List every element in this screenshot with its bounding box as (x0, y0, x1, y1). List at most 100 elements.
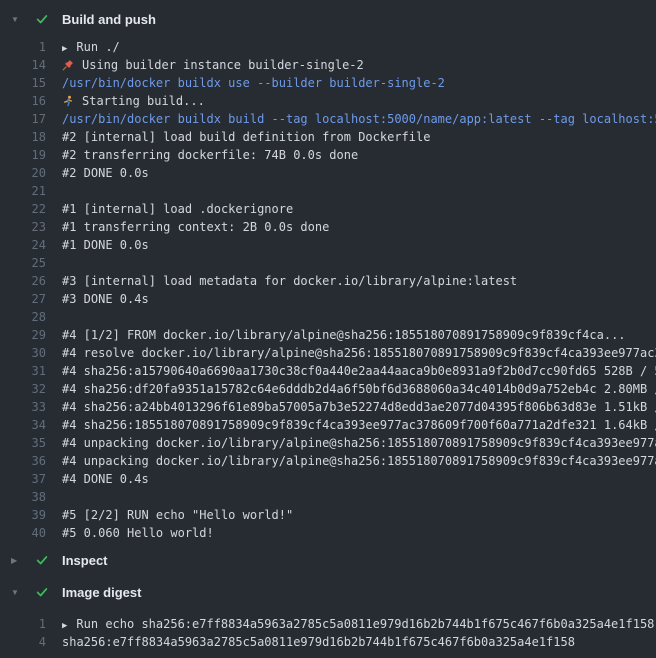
log-line-text (46, 488, 62, 506)
line-number[interactable]: 30 (0, 344, 46, 362)
line-number[interactable]: 38 (0, 488, 46, 506)
log-line: 17/usr/bin/docker buildx build --tag loc… (0, 110, 656, 128)
log-line-text: #4 unpacking docker.io/library/alpine@sh… (46, 434, 656, 452)
log-line-text: #4 resolve docker.io/library/alpine@sha2… (46, 344, 656, 362)
log-line-text (46, 254, 62, 272)
line-number[interactable]: 21 (0, 182, 46, 200)
log-line: 32#4 sha256:df20fa9351a15782c64e6dddb2d4… (0, 380, 656, 398)
line-number[interactable]: 25 (0, 254, 46, 272)
log-line-text: #1 transferring context: 2B 0.0s done (46, 218, 329, 236)
log-line: 26#3 [internal] load metadata for docker… (0, 272, 656, 290)
log-line: 37#4 DONE 0.4s (0, 470, 656, 488)
log-line: 1▶Run ./ (0, 38, 656, 56)
log-line-text: #4 sha256:185518070891758909c9f839cf4ca3… (46, 416, 656, 434)
line-number[interactable]: 17 (0, 110, 46, 128)
line-number[interactable]: 28 (0, 308, 46, 326)
log-line: 20#2 DONE 0.0s (0, 164, 656, 182)
log-line: 15/usr/bin/docker buildx use --builder b… (0, 74, 656, 92)
success-check-icon (34, 584, 50, 600)
log-line: 14Using builder instance builder-single-… (0, 56, 656, 74)
section-header-build-and-push[interactable]: ▼ Build and push (0, 8, 656, 30)
log-line: 30#4 resolve docker.io/library/alpine@sh… (0, 344, 656, 362)
line-number[interactable]: 18 (0, 128, 46, 146)
line-number[interactable]: 19 (0, 146, 46, 164)
log-line: 27#3 DONE 0.4s (0, 290, 656, 308)
log-line: 38 (0, 488, 656, 506)
log-group-build-and-push: ▼ Build and push 1▶Run ./14Using builder… (0, 8, 656, 542)
line-number[interactable]: 29 (0, 326, 46, 344)
log-line: 35#4 unpacking docker.io/library/alpine@… (0, 434, 656, 452)
log-line-text: #5 [2/2] RUN echo "Hello world!" (46, 506, 293, 524)
log-line-text: ▶Run ./ (46, 38, 120, 56)
log-line: 25 (0, 254, 656, 272)
line-number[interactable]: 23 (0, 218, 46, 236)
line-number[interactable]: 40 (0, 524, 46, 542)
line-number[interactable]: 35 (0, 434, 46, 452)
line-number[interactable]: 31 (0, 362, 46, 380)
line-number[interactable]: 14 (0, 56, 46, 74)
log-group-inspect: ▶ Inspect (0, 549, 656, 581)
line-number[interactable]: 37 (0, 470, 46, 488)
chevron-right-icon[interactable]: ▶ (8, 556, 27, 565)
line-number[interactable]: 20 (0, 164, 46, 182)
line-number[interactable]: 26 (0, 272, 46, 290)
line-number[interactable]: 1 (0, 38, 46, 56)
log-line: 21 (0, 182, 656, 200)
chevron-down-icon[interactable]: ▼ (8, 588, 27, 597)
log-line: 4sha256:e7ff8834a5963a2785c5a0811e979d16… (0, 633, 656, 651)
line-number[interactable]: 33 (0, 398, 46, 416)
chevron-down-icon[interactable]: ▼ (8, 15, 27, 24)
log-line: 33#4 sha256:a24bb4013296f61e89ba57005a7b… (0, 398, 656, 416)
log-line-text: #4 sha256:a15790640a6690aa1730c38cf0a440… (46, 362, 656, 380)
log-line-text: #5 0.060 Hello world! (46, 524, 214, 542)
line-number[interactable]: 32 (0, 380, 46, 398)
workflow-log: ▼ Build and push 1▶Run ./14Using builder… (0, 0, 656, 651)
section-spacer (0, 571, 656, 581)
log-line-text: ▶Run echo sha256:e7ff8834a5963a2785c5a08… (46, 615, 654, 633)
log-line: 16Starting build... (0, 92, 656, 110)
log-lines-build-and-push: 1▶Run ./14Using builder instance builder… (0, 38, 656, 542)
log-line: 19#2 transferring dockerfile: 74B 0.0s d… (0, 146, 656, 164)
line-number[interactable]: 4 (0, 633, 46, 651)
log-line: 29#4 [1/2] FROM docker.io/library/alpine… (0, 326, 656, 344)
log-line: 1▶Run echo sha256:e7ff8834a5963a2785c5a0… (0, 615, 656, 633)
line-number[interactable]: 27 (0, 290, 46, 308)
log-line-text (46, 182, 62, 200)
log-line: 31#4 sha256:a15790640a6690aa1730c38cf0a4… (0, 362, 656, 380)
log-line-text: #3 [internal] load metadata for docker.i… (46, 272, 517, 290)
line-number[interactable]: 15 (0, 74, 46, 92)
log-line-text: #4 DONE 0.4s (46, 470, 149, 488)
line-number[interactable]: 24 (0, 236, 46, 254)
success-check-icon (34, 11, 50, 27)
line-number[interactable]: 16 (0, 92, 46, 110)
log-line-text: Using builder instance builder-single-2 (46, 56, 364, 74)
log-line-text: #2 DONE 0.0s (46, 164, 149, 182)
section-header-inspect[interactable]: ▶ Inspect (0, 549, 656, 571)
log-line: 28 (0, 308, 656, 326)
log-line: 39#5 [2/2] RUN echo "Hello world!" (0, 506, 656, 524)
line-number[interactable]: 34 (0, 416, 46, 434)
log-line-text: #2 [internal] load build definition from… (46, 128, 430, 146)
log-line-text: /usr/bin/docker buildx build --tag local… (46, 110, 656, 128)
log-lines-image-digest: 1▶Run echo sha256:e7ff8834a5963a2785c5a0… (0, 615, 656, 651)
log-line: 36#4 unpacking docker.io/library/alpine@… (0, 452, 656, 470)
line-number[interactable]: 22 (0, 200, 46, 218)
log-line-text: #1 [internal] load .dockerignore (46, 200, 293, 218)
log-line: 18#2 [internal] load build definition fr… (0, 128, 656, 146)
section-header-image-digest[interactable]: ▼ Image digest (0, 581, 656, 603)
log-line-text: /usr/bin/docker buildx use --builder bui… (46, 74, 445, 92)
section-title: Build and push (62, 12, 156, 27)
line-number[interactable]: 1 (0, 615, 46, 633)
success-check-icon (34, 552, 50, 568)
log-line-text: sha256:e7ff8834a5963a2785c5a0811e979d16b… (46, 633, 575, 651)
line-number[interactable]: 36 (0, 452, 46, 470)
log-line: 23#1 transferring context: 2B 0.0s done (0, 218, 656, 236)
log-line-text: Starting build... (46, 92, 205, 110)
log-line: 34#4 sha256:185518070891758909c9f839cf4c… (0, 416, 656, 434)
log-line-text: #4 sha256:df20fa9351a15782c64e6dddb2d4a6… (46, 380, 656, 398)
section-title: Image digest (62, 585, 141, 600)
log-line: 22#1 [internal] load .dockerignore (0, 200, 656, 218)
line-number[interactable]: 39 (0, 506, 46, 524)
log-line-text: #4 sha256:a24bb4013296f61e89ba57005a7b3e… (46, 398, 656, 416)
section-title: Inspect (62, 553, 108, 568)
